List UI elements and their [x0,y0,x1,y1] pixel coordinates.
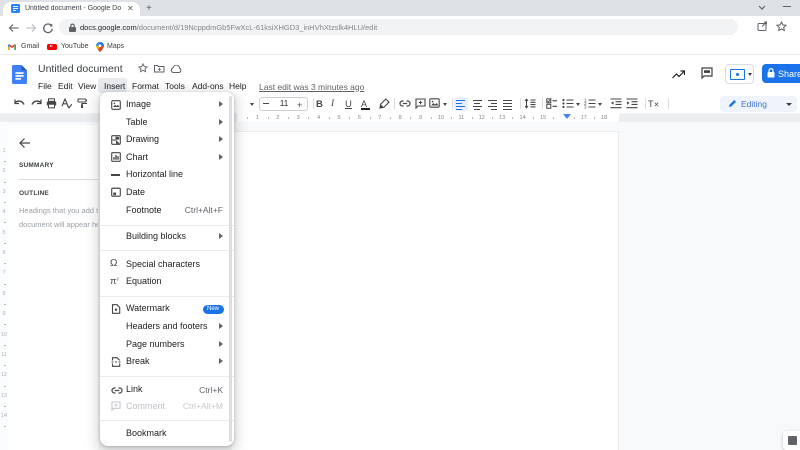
svg-text:3: 3 [584,105,587,110]
